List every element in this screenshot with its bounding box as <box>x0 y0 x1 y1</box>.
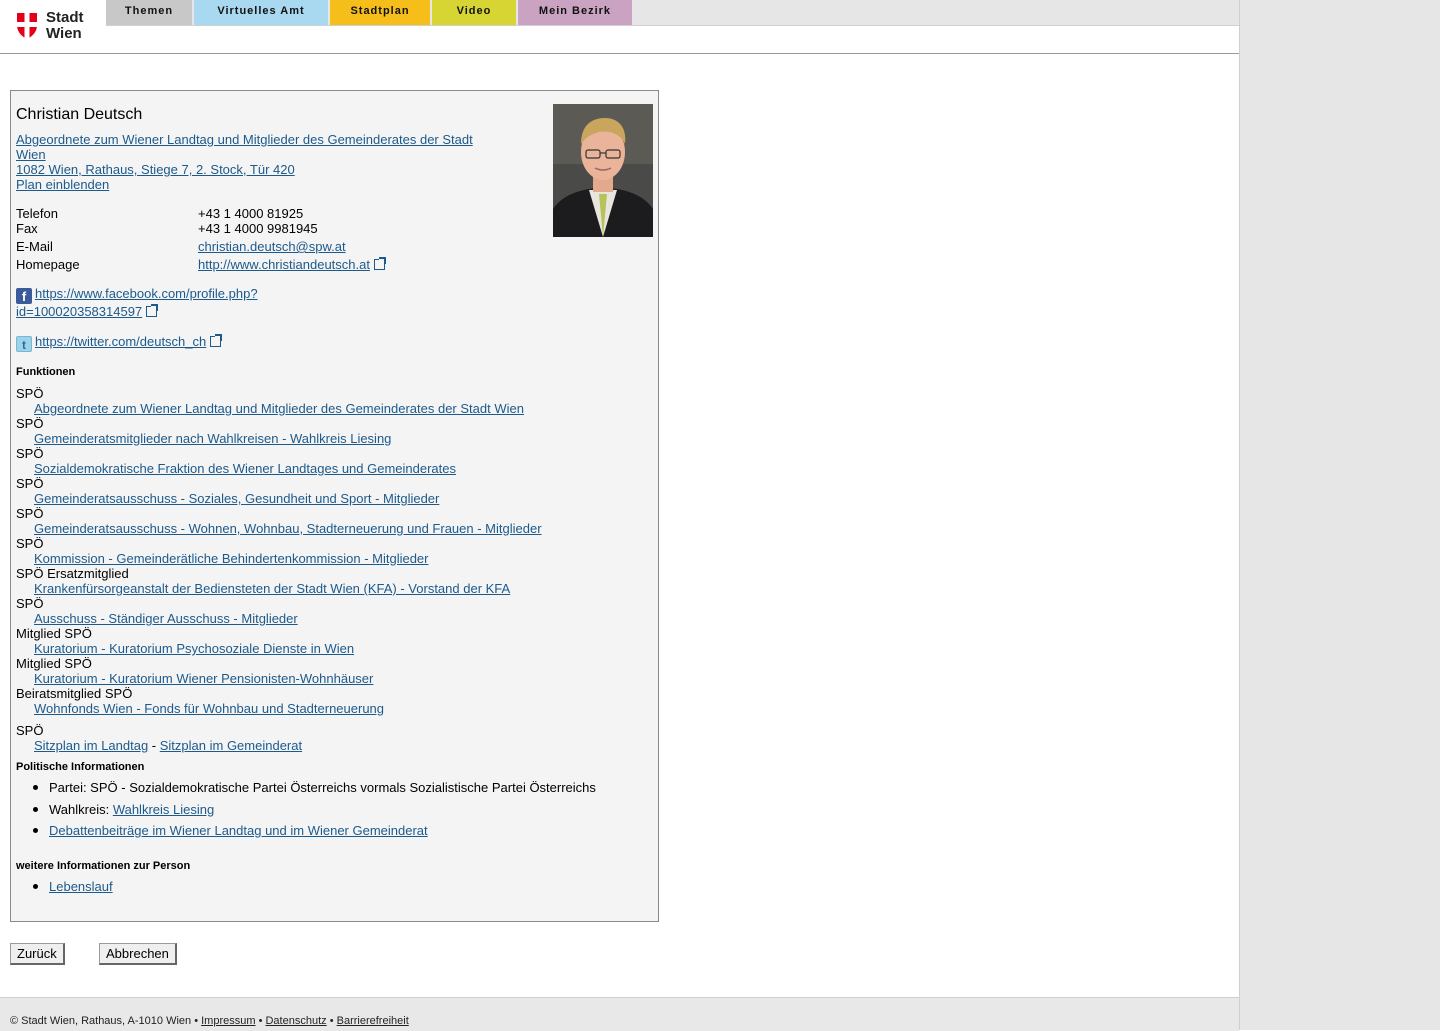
page: Stadt Wien Themen Virtuelles Amt Stadtpl… <box>0 0 1240 1031</box>
funktion-party: Beiratsmitglied SPÖ <box>16 686 133 701</box>
fax-label: Fax <box>16 221 38 236</box>
funktion-party: Mitglied SPÖ <box>16 626 92 641</box>
twitter-link[interactable]: https://twitter.com/deutsch_ch <box>35 334 206 349</box>
right-background <box>1240 0 1440 1030</box>
funktion-link[interactable]: Abgeordnete zum Wiener Landtag und Mitgl… <box>34 401 524 416</box>
tab-virtuelles-amt[interactable]: Virtuelles Amt <box>194 0 328 25</box>
facebook-link-line2[interactable]: id=100020358314597 <box>16 304 142 319</box>
homepage-label: Homepage <box>16 257 80 272</box>
sitzplan-gemeinderat-link[interactable]: Sitzplan im Gemeinderat <box>160 738 302 753</box>
funktion-party: SPÖ <box>16 723 44 738</box>
funktion-party: SPÖ <box>16 596 44 611</box>
facebook-icon: f <box>16 288 32 304</box>
external-link-icon <box>146 304 159 317</box>
funktion-link[interactable]: Gemeinderatsausschuss - Wohnen, Wohnbau,… <box>34 521 542 536</box>
wahlkreis-label: Wahlkreis: <box>49 802 113 817</box>
tab-video[interactable]: Video <box>432 0 516 25</box>
twitter-icon: t <box>16 336 32 352</box>
footer-separator: • <box>255 1015 266 1027</box>
role-link-line2[interactable]: Wien <box>16 147 46 162</box>
impressum-link[interactable]: Impressum <box>201 1015 255 1027</box>
role-link-line1[interactable]: Abgeordnete zum Wiener Landtag und Mitgl… <box>16 132 473 147</box>
partei-item: Partei: SPÖ - Sozialdemokratische Partei… <box>33 780 596 795</box>
email-label: E-Mail <box>16 239 53 254</box>
funktion-party: Mitglied SPÖ <box>16 656 92 671</box>
homepage-link[interactable]: http://www.christiandeutsch.at <box>198 257 370 272</box>
debatten-item: Debattenbeiträge im Wiener Landtag und i… <box>33 823 428 838</box>
footer-separator: • <box>326 1015 337 1027</box>
external-link-icon <box>210 334 223 347</box>
funktion-party: SPÖ <box>16 476 44 491</box>
datenschutz-link[interactable]: Datenschutz <box>265 1015 326 1027</box>
barrierefreiheit-link[interactable]: Barrierefreiheit <box>337 1015 409 1027</box>
cancel-button[interactable]: Abbrechen <box>99 943 177 965</box>
funktion-party: SPÖ <box>16 416 44 431</box>
funktion-link[interactable]: Gemeinderatsmitglieder nach Wahlkreisen … <box>34 431 391 446</box>
lebenslauf-item: Lebenslauf <box>33 879 113 894</box>
fax-value: +43 1 4000 9981945 <box>198 221 318 236</box>
address-link[interactable]: 1082 Wien, Rathaus, Stiege 7, 2. Stock, … <box>16 162 295 177</box>
telefon-value: +43 1 4000 81925 <box>198 206 304 221</box>
external-link-icon <box>373 257 386 270</box>
funktion-link[interactable]: Ausschuss - Ständiger Ausschuss - Mitgli… <box>34 611 298 626</box>
footer-text: © Stadt Wien, Rathaus, A-1010 Wien • Imp… <box>10 1015 409 1027</box>
portrait-image <box>553 104 653 237</box>
stadt-wien-logo[interactable]: Stadt Wien <box>16 10 96 44</box>
funktion-link[interactable]: Wohnfonds Wien - Fonds für Wohnbau und S… <box>34 701 384 716</box>
logo-text-line1: Stadt <box>46 9 84 26</box>
funktion-party: SPÖ <box>16 386 44 401</box>
funktion-party: SPÖ Ersatzmitglied <box>16 566 129 581</box>
facebook-row: f https://www.facebook.com/profile.php? <box>16 286 258 304</box>
logo-text-line2: Wien <box>46 25 82 42</box>
footer-copyright: © Stadt Wien, Rathaus, A-1010 Wien • <box>10 1015 202 1027</box>
facebook-row-2: id=100020358314597 <box>16 304 159 319</box>
back-button[interactable]: Zurück <box>10 943 65 965</box>
person-photo <box>553 104 653 237</box>
sitzplan-separator: - <box>148 738 160 753</box>
funktion-link[interactable]: Kuratorium - Kuratorium Psychosoziale Di… <box>34 641 354 656</box>
funktion-link[interactable]: Kuratorium - Kuratorium Wiener Pensionis… <box>34 671 373 686</box>
funktion-party: SPÖ <box>16 446 44 461</box>
funktion-link[interactable]: Gemeinderatsausschuss - Soziales, Gesund… <box>34 491 439 506</box>
wien-shield-icon <box>17 13 37 39</box>
sitzplan-row: Sitzplan im Landtag - Sitzplan im Gemein… <box>34 738 302 753</box>
tab-themen[interactable]: Themen <box>106 0 192 25</box>
funktionen-heading: Funktionen <box>16 366 76 378</box>
lebenslauf-link[interactable]: Lebenslauf <box>49 879 113 894</box>
politische-info-heading: Politische Informationen <box>16 761 145 773</box>
funktion-link[interactable]: Sozialdemokratische Fraktion des Wiener … <box>34 461 456 476</box>
person-card: Christian Deutsch Abgeordnete zum Wiener… <box>10 90 659 922</box>
debatten-link[interactable]: Debattenbeiträge im Wiener Landtag und i… <box>49 823 428 838</box>
tab-stadtplan[interactable]: Stadtplan <box>330 0 430 25</box>
wahlkreis-link[interactable]: Wahlkreis Liesing <box>113 802 214 817</box>
email-link[interactable]: christian.deutsch@spw.at <box>198 239 346 254</box>
funktion-link[interactable]: Krankenfürsorgeanstalt der Bediensteten … <box>34 581 510 596</box>
main-nav: Themen Virtuelles Amt Stadtplan Video Me… <box>106 0 1239 26</box>
site-header: Stadt Wien Themen Virtuelles Amt Stadtpl… <box>0 0 1239 54</box>
weitere-info-heading: weitere Informationen zur Person <box>16 860 191 872</box>
funktion-party: SPÖ <box>16 506 44 521</box>
sitzplan-landtag-link[interactable]: Sitzplan im Landtag <box>34 738 148 753</box>
tab-mein-bezirk[interactable]: Mein Bezirk <box>518 0 632 25</box>
facebook-link-line1[interactable]: https://www.facebook.com/profile.php? <box>35 286 258 301</box>
funktion-link[interactable]: Kommission - Gemeinderätliche Behinderte… <box>34 551 429 566</box>
homepage-row: http://www.christiandeutsch.at <box>198 257 386 272</box>
funktion-party: SPÖ <box>16 536 44 551</box>
twitter-row: t https://twitter.com/deutsch_ch <box>16 334 223 352</box>
wahlkreis-item: Wahlkreis: Wahlkreis Liesing <box>32 802 214 817</box>
plan-einblenden-link[interactable]: Plan einblenden <box>16 177 109 192</box>
telefon-label: Telefon <box>16 206 58 221</box>
site-footer: © Stadt Wien, Rathaus, A-1010 Wien • Imp… <box>0 997 1239 1031</box>
person-name: Christian Deutsch <box>16 106 143 123</box>
